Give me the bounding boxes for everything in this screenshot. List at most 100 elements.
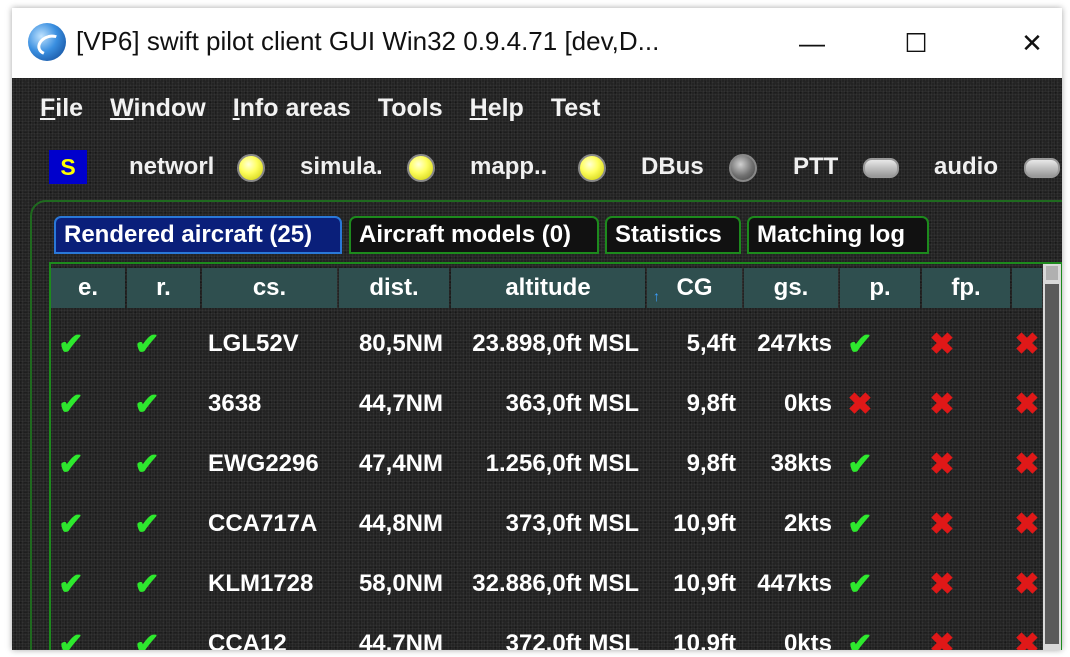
enabled-check-icon: ✔ [58, 567, 84, 601]
column-header-flightplan[interactable]: fp. [922, 268, 1010, 308]
callsign-cell: LGL52V [208, 330, 299, 357]
table-row[interactable]: ✔ ✔ KLM1728 58,0NM 32.886,0ft MSL 10,9ft 447kt… [51, 554, 1041, 614]
simulator-label: simula. [300, 153, 383, 180]
more-cross-icon: ✖ [1014, 387, 1040, 421]
menu-help-label: elp [487, 94, 524, 122]
table-row[interactable]: ✔ ✔ LGL52V 80,5NM 23.898,0ft MSL 5,4ft 247kts ✔… [51, 314, 1041, 374]
menu-file-accel: F [40, 94, 56, 122]
column-header-altitude[interactable]: altitude [451, 268, 645, 308]
groundspeed-cell: 0kts [783, 630, 832, 650]
tab-aircraft-models[interactable]: Aircraft models (0) [349, 216, 599, 254]
table-row[interactable]: ✔ ✔ CCA12 44,7NM 372,0ft MSL 10,9ft 0kts ✔ ✖ ✖ [51, 614, 1041, 651]
parts-check-icon: ✔ [847, 327, 873, 361]
cg-cell: 9,8ft [686, 390, 736, 417]
rendered-check-icon: ✔ [134, 627, 160, 651]
column-header-rendered[interactable]: r. [127, 268, 200, 308]
column-header-groundspeed[interactable]: gs. [744, 268, 838, 308]
minimize-button[interactable]: — [782, 8, 842, 78]
tab-statistics[interactable]: Statistics [605, 216, 741, 254]
sort-ascending-icon: ↑ [653, 288, 660, 304]
flightplan-cross-icon: ✖ [929, 627, 955, 651]
altitude-cell: 23.898,0ft MSL [472, 330, 639, 357]
ptt-label: PTT [793, 153, 839, 180]
maximize-button[interactable]: ☐ [886, 8, 946, 78]
parts-check-icon: ✔ [847, 567, 873, 601]
dbus-led-icon [729, 154, 757, 182]
network-label: networl [129, 153, 215, 180]
groundspeed-cell: 0kts [783, 390, 832, 417]
callsign-cell: CCA717A [208, 510, 318, 537]
table-row[interactable]: ✔ ✔ CCA717A 44,8NM 373,0ft MSL 10,9ft 2kts ✔ ✖ ✖ [51, 494, 1041, 554]
mapping-label: mapp.. [470, 153, 548, 180]
more-cross-icon: ✖ [1014, 627, 1040, 651]
vertical-scrollbar[interactable] [1043, 264, 1061, 650]
more-cross-icon: ✖ [1014, 447, 1040, 481]
menu-info-areas-accel: I [232, 94, 240, 122]
distance-cell: 44,7NM [358, 390, 443, 417]
enabled-check-icon: ✔ [58, 387, 84, 421]
menu-window-label: indow [133, 94, 206, 122]
column-header-callsign[interactable]: cs. [202, 268, 337, 308]
title-bar[interactable]: [VP6] swift pilot client GUI Win32 0.9.4… [12, 8, 1062, 78]
enabled-check-icon: ✔ [58, 327, 84, 361]
menu-file[interactable]: File [40, 94, 83, 128]
more-cross-icon: ✖ [1014, 567, 1040, 601]
parts-check-icon: ✔ [847, 507, 873, 541]
network-led-icon [237, 154, 265, 182]
callsign-cell: CCA12 [208, 630, 287, 650]
rendered-aircraft-table[interactable]: e. r. cs. dist. altitude ↑ CG gs. p. fp.… [49, 262, 1062, 650]
altitude-cell: 372,0ft MSL [505, 630, 639, 650]
menu-tools[interactable]: Tools [378, 94, 443, 128]
scroll-up-arrow-icon[interactable] [1046, 266, 1058, 280]
menu-info-areas[interactable]: Info areas [233, 94, 351, 128]
scroll-thumb[interactable] [1045, 284, 1059, 644]
groundspeed-cell: 447kts [757, 570, 832, 597]
rendered-check-icon: ✔ [134, 567, 160, 601]
distance-cell: 47,4NM [358, 450, 443, 477]
swift-app-icon [28, 23, 66, 61]
altitude-cell: 373,0ft MSL [505, 510, 639, 537]
cg-cell: 10,9ft [673, 630, 736, 650]
groundspeed-cell: 38kts [770, 450, 832, 477]
table-row[interactable]: ✔ ✔ EWG2296 47,4NM 1.256,0ft MSL 9,8ft 38kts ✔ ✖… [51, 434, 1041, 494]
more-cross-icon: ✖ [1014, 507, 1040, 541]
distance-cell: 44,7NM [358, 630, 443, 650]
groundspeed-cell: 2kts [783, 510, 832, 537]
column-header-distance[interactable]: dist. [339, 268, 449, 308]
dbus-label: DBus [641, 153, 704, 180]
column-header-enabled[interactable]: e. [51, 268, 125, 308]
window-title: [VP6] swift pilot client GUI Win32 0.9.4… [76, 26, 660, 56]
status-indicators: S networl simula. mapp.. DBus PTT audio [12, 148, 1062, 188]
menu-window-accel: W [110, 94, 134, 122]
menu-test[interactable]: Test [551, 94, 601, 128]
column-header-more[interactable] [1012, 268, 1042, 308]
menu-bar: File Window Info areas Tools Help Test [40, 94, 627, 128]
tab-rendered-aircraft[interactable]: Rendered aircraft (25) [54, 216, 342, 254]
groundspeed-cell: 247kts [757, 330, 832, 357]
flightplan-cross-icon: ✖ [929, 447, 955, 481]
callsign-cell: 3638 [208, 390, 262, 417]
cg-cell: 10,9ft [673, 570, 736, 597]
table-row[interactable]: ✔ ✔ 3638 44,7NM 363,0ft MSL 9,8ft 0kts ✖ ✖ ✖ [51, 374, 1041, 434]
column-header-cg[interactable]: ↑ CG [647, 268, 742, 308]
audio-label: audio [934, 153, 998, 180]
menu-help[interactable]: Help [470, 94, 524, 128]
rendered-check-icon: ✔ [134, 507, 160, 541]
menu-file-label: ile [55, 94, 84, 122]
swift-status-badge[interactable]: S [49, 150, 87, 184]
menu-help-accel: H [469, 94, 488, 122]
app-window: [VP6] swift pilot client GUI Win32 0.9.4… [12, 8, 1062, 650]
flightplan-cross-icon: ✖ [929, 387, 955, 421]
close-button[interactable]: ✕ [1002, 8, 1062, 78]
flightplan-cross-icon: ✖ [929, 327, 955, 361]
menu-tools-label: Tools [377, 94, 443, 122]
column-header-parts[interactable]: p. [840, 268, 920, 308]
cg-cell: 9,8ft [686, 450, 736, 477]
mapping-led-icon [578, 154, 606, 182]
altitude-cell: 32.886,0ft MSL [472, 570, 639, 597]
altitude-cell: 363,0ft MSL [505, 390, 639, 417]
column-header-cg-label: CG [676, 274, 713, 301]
menu-window[interactable]: Window [110, 94, 206, 128]
tab-matching-log[interactable]: Matching log [747, 216, 929, 254]
distance-cell: 58,0NM [358, 570, 443, 597]
